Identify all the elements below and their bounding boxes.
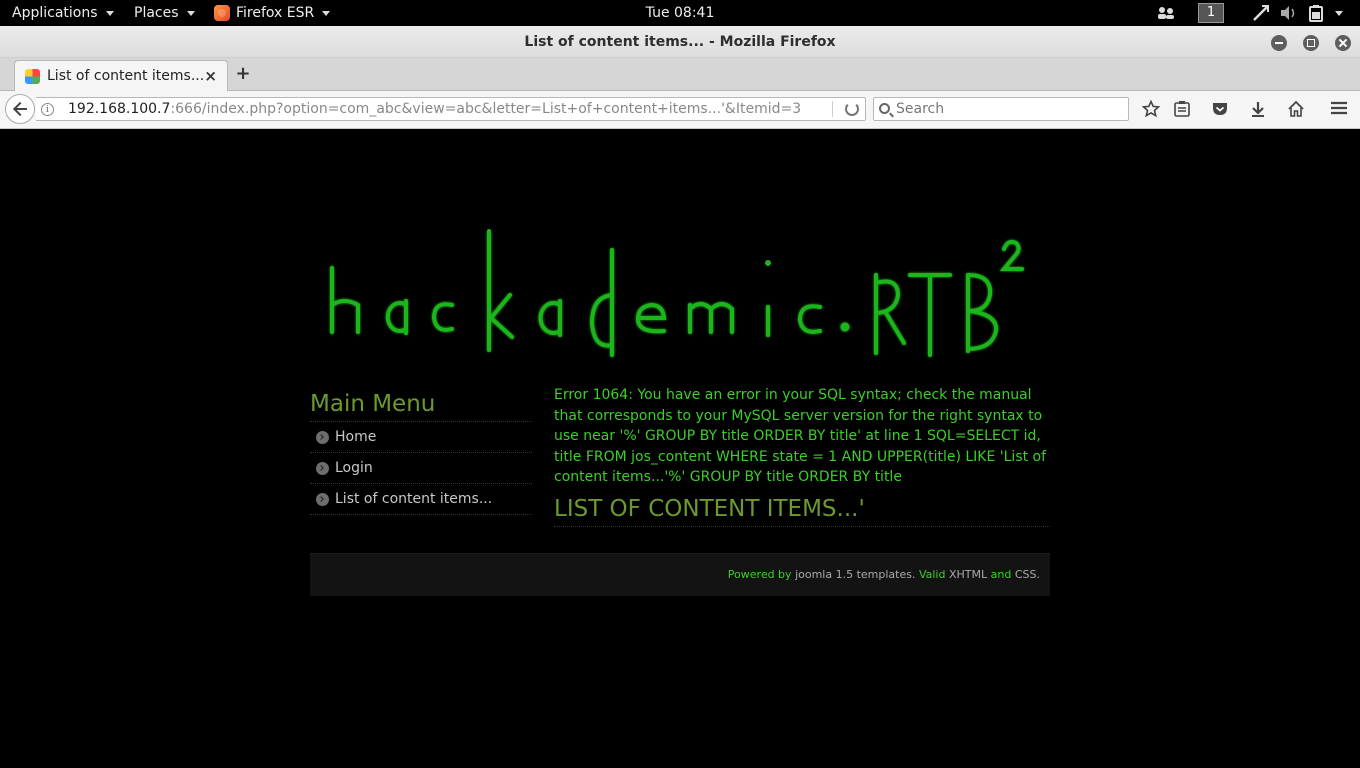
chevron-right-icon <box>316 462 329 475</box>
firefox-app-label: Firefox ESR <box>236 5 315 21</box>
main-menu: Main Menu Home Login List of content ite… <box>310 387 532 515</box>
clock[interactable]: Tue 08:41 <box>646 5 715 21</box>
close-tab-icon[interactable]: × <box>204 68 217 84</box>
tab-label: List of content items... <box>47 68 205 84</box>
new-tab-plus-icon[interactable]: + <box>234 64 252 84</box>
places-menu[interactable]: Places <box>134 0 195 26</box>
volume-icon[interactable] <box>1280 0 1298 26</box>
joomla-favicon-icon <box>25 69 40 84</box>
page-footer: Powered by joomla 1.5 templates. Valid X… <box>310 553 1050 596</box>
workspace-indicator[interactable]: 1 <box>1198 3 1224 23</box>
chevron-right-icon <box>316 431 329 444</box>
gnome-top-panel: Applications Places Firefox ESR Tue 08:4… <box>0 0 1360 26</box>
bookmark-star-icon[interactable] <box>1141 99 1161 120</box>
page-content: Main Menu Home Login List of content ite… <box>0 130 1360 768</box>
menu-item-label: Login <box>335 460 373 476</box>
workspace-number: 1 <box>1198 3 1224 23</box>
chevron-down-icon <box>105 10 114 16</box>
info-icon[interactable]: i <box>41 103 54 116</box>
navigation-toolbar: i 192.168.100.7:666/index.php?option=com… <box>0 91 1360 129</box>
url-divider <box>832 101 833 117</box>
chevron-down-icon <box>186 10 195 16</box>
menu-item-label: List of content items... <box>335 491 493 507</box>
content-heading: LIST OF CONTENT ITEMS...' <box>554 494 1050 527</box>
maximize-icon[interactable] <box>1303 35 1319 51</box>
hackademic-rtb2-logo <box>330 229 1024 357</box>
sql-error-message: Error 1064: You have an error in your SQ… <box>554 387 1047 485</box>
applications-menu[interactable]: Applications <box>12 0 114 26</box>
tab-strip: List of content items... × + <box>0 58 1360 91</box>
window-titlebar[interactable]: List of content items... - Mozilla Firef… <box>0 26 1360 58</box>
firefox-icon <box>214 5 230 21</box>
people-icon[interactable] <box>1156 0 1176 26</box>
applications-label: Applications <box>12 5 98 21</box>
joomla-link[interactable]: joomla 1.5 templates. <box>795 568 915 581</box>
battery-icon[interactable] <box>1308 0 1324 26</box>
url-text[interactable]: 192.168.100.7:666/index.php?option=com_a… <box>68 98 801 120</box>
main-menu-title: Main Menu <box>310 387 532 422</box>
reading-list-icon[interactable] <box>1172 100 1192 120</box>
back-arrow-icon[interactable] <box>5 94 35 124</box>
window-title: List of content items... - Mozilla Firef… <box>524 34 836 50</box>
hamburger-menu-icon[interactable] <box>1329 100 1349 120</box>
system-menu-chevron-down-icon[interactable] <box>1333 0 1343 26</box>
menu-item-home[interactable]: Home <box>310 422 532 453</box>
search-box[interactable] <box>873 97 1129 121</box>
close-window-icon[interactable] <box>1335 35 1351 51</box>
search-icon <box>879 103 890 114</box>
search-input[interactable] <box>896 98 1126 120</box>
download-arrow-icon[interactable] <box>1248 100 1268 120</box>
menu-item-label: Home <box>335 429 377 445</box>
xhtml-link[interactable]: XHTML <box>949 568 987 581</box>
main-content: Error 1064: You have an error in your SQ… <box>554 385 1050 527</box>
valid-label: Valid <box>918 568 946 581</box>
places-label: Places <box>134 5 179 21</box>
firefox-app-menu[interactable]: Firefox ESR <box>214 0 331 26</box>
chevron-right-icon <box>316 493 329 506</box>
menu-item-login[interactable]: Login <box>310 453 532 484</box>
menu-item-list-of-content-items[interactable]: List of content items... <box>310 484 532 515</box>
powered-by-link[interactable]: Powered by <box>728 568 792 581</box>
url-path: :666/index.php?option=com_abc&view=abc&l… <box>170 101 802 117</box>
url-bar[interactable]: i 192.168.100.7:666/index.php?option=com… <box>36 97 866 121</box>
chevron-down-icon <box>322 10 331 16</box>
tab-list-of-content-items[interactable]: List of content items... × <box>14 60 228 91</box>
css-link[interactable]: CSS. <box>1015 568 1040 581</box>
reload-icon[interactable] <box>845 102 859 116</box>
url-host: 192.168.100.7 <box>68 101 171 117</box>
network-icon[interactable] <box>1252 0 1270 26</box>
minimize-icon[interactable] <box>1271 35 1287 51</box>
and-label: and <box>990 568 1012 581</box>
home-icon[interactable] <box>1286 100 1306 120</box>
pocket-icon[interactable] <box>1210 100 1230 120</box>
